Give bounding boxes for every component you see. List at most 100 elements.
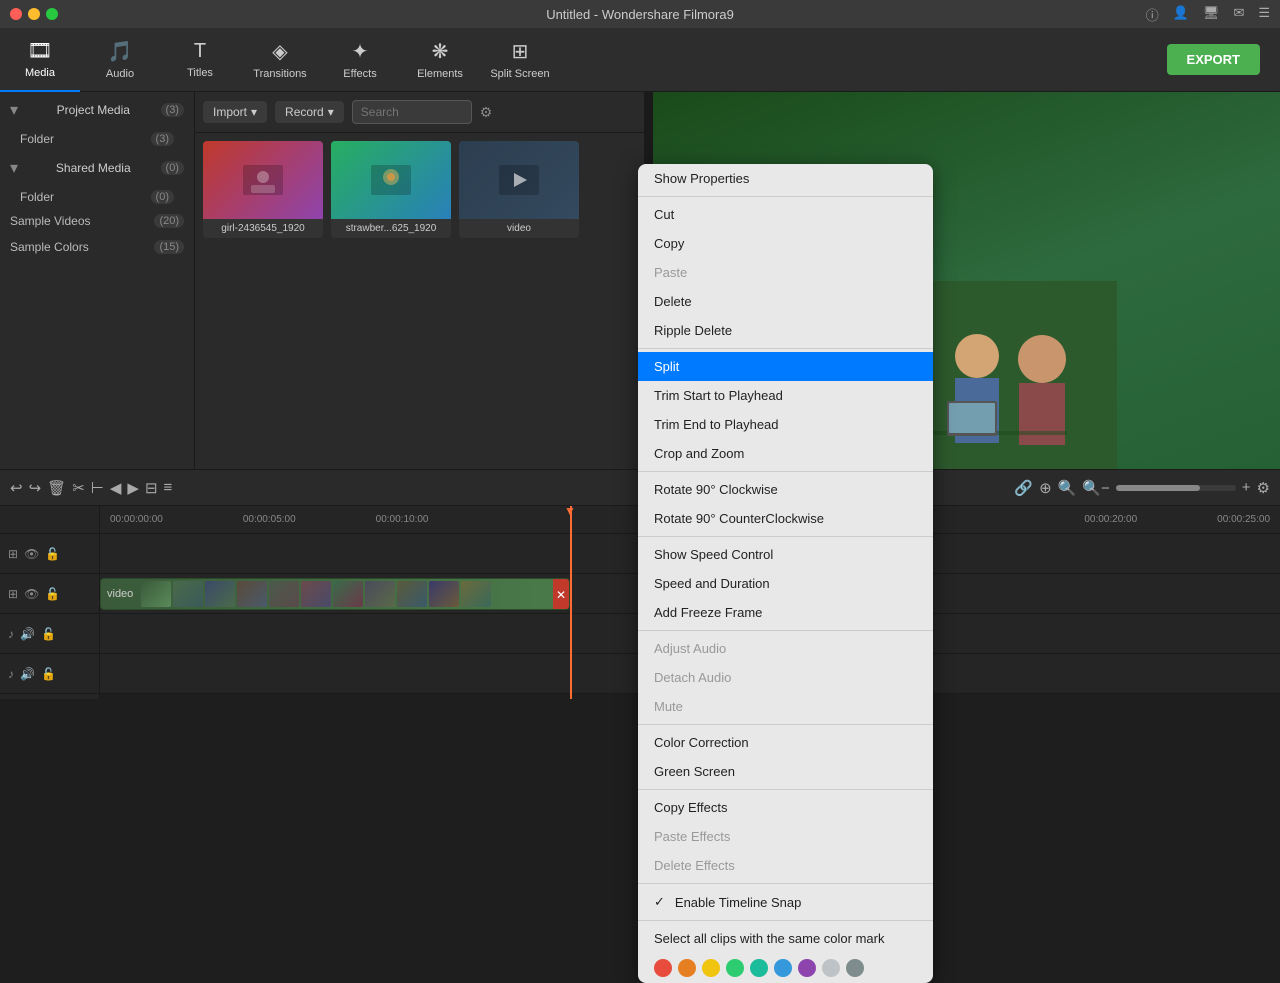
tab-audio[interactable]: 🎵 Audio <box>80 28 160 92</box>
audio-mute-icon-2[interactable]: 🔊 <box>20 667 35 681</box>
link-button[interactable]: 🔗 <box>1014 479 1033 497</box>
ruler-mark-4: 00:00:25:00 <box>1217 514 1270 525</box>
track-grid-icon-2[interactable]: ⊞ <box>8 587 18 601</box>
separator-4 <box>638 536 933 537</box>
audio-track-icon[interactable]: ♪ <box>8 627 14 641</box>
sidebar-item-shared-folder[interactable]: Folder (0) <box>0 186 194 208</box>
tab-transitions[interactable]: ◈ Transitions <box>240 28 320 92</box>
x-icon: ✕ <box>556 588 566 602</box>
cm-color-correction[interactable]: Color Correction <box>638 728 933 757</box>
cm-delete[interactable]: Delete <box>638 287 933 316</box>
cm-copy[interactable]: Copy <box>638 229 933 258</box>
cm-paste: Paste <box>638 258 933 287</box>
audio-track-icon-2[interactable]: ♪ <box>8 667 14 681</box>
audio-mute-icon[interactable]: 🔊 <box>20 627 35 641</box>
cm-trim-start[interactable]: Trim Start to Playhead <box>638 381 933 410</box>
color-dot-green[interactable] <box>726 959 744 977</box>
tab-media[interactable]: 🎞 Media <box>0 28 80 92</box>
audio-lock-icon[interactable]: 🔓 <box>41 627 56 641</box>
cm-select-same-color[interactable]: Select all clips with the same color mar… <box>638 924 933 953</box>
redo-button[interactable]: ↪ <box>29 479 42 497</box>
crop-tool[interactable]: ⊟ <box>145 479 158 497</box>
record-button[interactable]: Record ▾ <box>275 101 344 123</box>
list-item[interactable]: video <box>459 141 579 238</box>
tab-splitscreen[interactable]: ⊞ Split Screen <box>480 28 560 92</box>
freeze-frame-label: Add Freeze Frame <box>654 605 762 620</box>
minimize-button[interactable] <box>28 8 40 20</box>
monitor-icon[interactable]: 🖥 <box>1203 5 1220 24</box>
cm-rotate-ccw[interactable]: Rotate 90° CounterClockwise <box>638 504 933 533</box>
audio-tool[interactable]: ≡ <box>164 479 173 496</box>
sidebar-item-sample-videos[interactable]: Sample Videos (20) <box>0 208 194 234</box>
mail-icon[interactable]: ✉ <box>1233 5 1244 24</box>
cm-freeze-frame[interactable]: Add Freeze Frame <box>638 598 933 627</box>
filter-icon[interactable]: ⚙ <box>480 104 493 121</box>
tab-elements[interactable]: ❋ Elements <box>400 28 480 92</box>
track-lock-icon-2[interactable]: 🔓 <box>45 587 60 601</box>
list-item[interactable]: strawber...625_1920 <box>331 141 451 238</box>
search-input[interactable] <box>352 100 472 124</box>
color-dot-red[interactable] <box>654 959 672 977</box>
cm-show-speed[interactable]: Show Speed Control <box>638 540 933 569</box>
import-chevron-icon: ▾ <box>251 105 257 119</box>
settings-button[interactable]: ⚙ <box>1257 479 1270 497</box>
cm-trim-end[interactable]: Trim End to Playhead <box>638 410 933 439</box>
import-button[interactable]: Import ▾ <box>203 101 267 123</box>
menu-icon[interactable]: ☰ <box>1258 5 1270 24</box>
snap-button[interactable]: ⊕ <box>1039 479 1052 497</box>
list-item[interactable]: girl-2436545_1920 <box>203 141 323 238</box>
cut-tool[interactable]: ✂ <box>72 479 85 497</box>
clip-frame <box>141 581 171 607</box>
track-eye-icon[interactable]: 👁 <box>24 547 39 561</box>
cm-rotate-cw[interactable]: Rotate 90° Clockwise <box>638 475 933 504</box>
project-media-count: (3) <box>161 103 184 117</box>
clip-frame <box>461 581 491 607</box>
tab-titles[interactable]: T Titles <box>160 28 240 92</box>
playhead[interactable] <box>570 506 572 699</box>
cm-enable-snap[interactable]: ✓ Enable Timeline Snap <box>638 887 933 917</box>
cm-crop-zoom[interactable]: Crop and Zoom <box>638 439 933 468</box>
color-dot-gray[interactable] <box>846 959 864 977</box>
project-media-section[interactable]: ▾ Project Media (3) <box>0 92 194 128</box>
shared-media-section[interactable]: ▾ Shared Media (0) <box>0 150 194 186</box>
undo-button[interactable]: ↩ <box>10 479 23 497</box>
cm-split[interactable]: Split <box>638 352 933 381</box>
close-button[interactable] <box>10 8 22 20</box>
prev-frame[interactable]: ◀ <box>110 479 122 497</box>
sample-colors-label: Sample Colors <box>10 240 89 254</box>
cm-ripple-delete[interactable]: Ripple Delete <box>638 316 933 345</box>
zoom-in-button[interactable]: 🔍 <box>1058 479 1077 497</box>
info-icon[interactable]: ⓘ <box>1146 5 1159 24</box>
sidebar-item-sample-colors[interactable]: Sample Colors (15) <box>0 234 194 260</box>
cm-cut[interactable]: Cut <box>638 200 933 229</box>
split-tool[interactable]: ⊢ <box>91 479 104 497</box>
user-icon[interactable]: 👤 <box>1173 5 1189 24</box>
cm-green-screen[interactable]: Green Screen <box>638 757 933 786</box>
track-grid-icon[interactable]: ⊞ <box>8 547 18 561</box>
color-dot-orange[interactable] <box>678 959 696 977</box>
color-dot-silver[interactable] <box>822 959 840 977</box>
zoom-out-button[interactable]: 🔍− <box>1082 479 1109 497</box>
color-dot-yellow[interactable] <box>702 959 720 977</box>
ruler-mark-0: 00:00:00:00 <box>110 514 163 525</box>
add-track-button[interactable]: + <box>1242 479 1251 496</box>
track-eye-icon-2[interactable]: 👁 <box>24 587 39 601</box>
delete-tool[interactable]: 🗑 <box>47 479 66 497</box>
next-frame[interactable]: ▶ <box>127 479 139 497</box>
export-button[interactable]: EXPORT <box>1167 44 1260 75</box>
cm-speed-duration[interactable]: Speed and Duration <box>638 569 933 598</box>
cm-show-properties[interactable]: Show Properties <box>638 164 933 193</box>
detach-audio-label: Detach Audio <box>654 670 731 685</box>
video-clip[interactable]: video ✕ <box>100 578 570 610</box>
color-dot-purple[interactable] <box>798 959 816 977</box>
maximize-button[interactable] <box>46 8 58 20</box>
sidebar-item-project-folder[interactable]: Folder (3) <box>0 128 194 150</box>
color-dots-row <box>638 953 933 983</box>
audio-lock-icon-3[interactable]: 🔓 <box>41 667 56 681</box>
track-lock-icon[interactable]: 🔓 <box>45 547 60 561</box>
project-folder-count: (3) <box>151 132 174 146</box>
color-dot-blue[interactable] <box>774 959 792 977</box>
tab-effects[interactable]: ✦ Effects <box>320 28 400 92</box>
cm-copy-effects[interactable]: Copy Effects <box>638 793 933 822</box>
color-dot-teal[interactable] <box>750 959 768 977</box>
